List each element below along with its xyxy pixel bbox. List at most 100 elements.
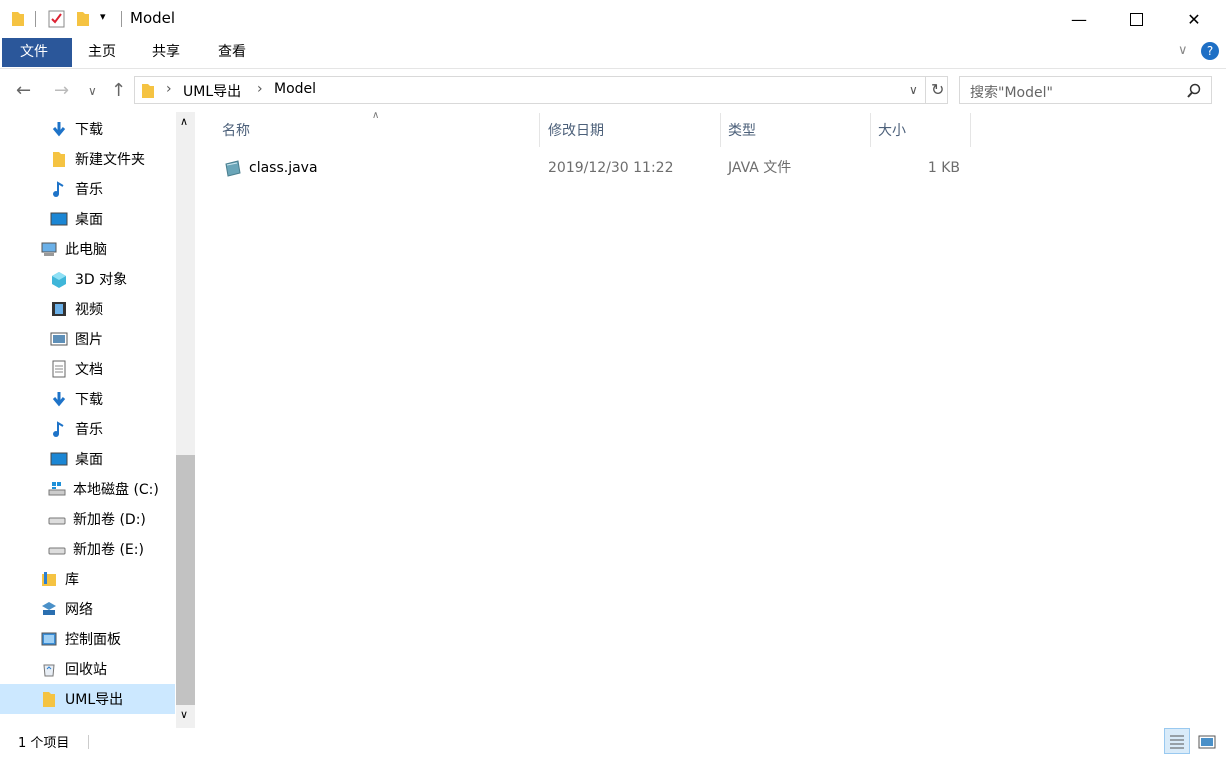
tab-share[interactable]: 共享 xyxy=(134,38,198,67)
sidebar-item[interactable]: 库 xyxy=(0,564,175,594)
breadcrumb-uml[interactable]: UML导出 xyxy=(183,81,241,101)
divider xyxy=(35,11,36,27)
recycle-bin-icon xyxy=(43,664,55,677)
large-icons-view-button[interactable] xyxy=(1195,730,1219,754)
scroll-up-icon[interactable]: ∧ xyxy=(180,115,188,128)
sidebar-item-label: 桌面 xyxy=(75,212,103,228)
sidebar-item-label: 音乐 xyxy=(75,182,103,198)
minimize-icon: — xyxy=(1071,9,1087,29)
tab-view[interactable]: 查看 xyxy=(200,38,264,67)
sidebar-item[interactable]: 桌面 xyxy=(0,204,175,234)
sidebar-item[interactable]: UML导出 xyxy=(0,684,175,714)
refresh-icon[interactable]: ↻ xyxy=(931,80,944,99)
breadcrumb-separator-icon: › xyxy=(166,81,172,97)
music-icon xyxy=(53,421,64,437)
help-icon[interactable]: ? xyxy=(1201,42,1219,60)
close-icon: ✕ xyxy=(1187,9,1201,29)
sidebar-item[interactable]: 视频 xyxy=(0,294,175,324)
folder-icon xyxy=(142,84,154,98)
sidebar-item-label: 本地磁盘 (C:) xyxy=(73,482,159,498)
tab-file[interactable]: 文件 xyxy=(2,38,72,67)
scrollbar-thumb[interactable] xyxy=(176,455,195,705)
sidebar-item[interactable]: 本地磁盘 (C:) xyxy=(0,474,175,504)
sidebar-item[interactable]: 图片 xyxy=(0,324,175,354)
java-file-icon xyxy=(225,160,241,177)
sidebar-item[interactable]: 此电脑 xyxy=(0,234,175,264)
sidebar-item[interactable]: 下载 xyxy=(0,114,175,144)
file-name[interactable]: class.java xyxy=(249,153,318,183)
maximize-icon xyxy=(1129,12,1143,26)
sidebar-item[interactable]: 文档 xyxy=(0,354,175,384)
sidebar-item-label: 文档 xyxy=(75,362,103,378)
new-folder-icon[interactable] xyxy=(75,10,91,28)
sidebar-item[interactable]: 新加卷 (E:) xyxy=(0,534,175,564)
document-icon xyxy=(52,360,66,378)
sidebar-item-label: 库 xyxy=(65,572,79,588)
address-bar[interactable]: › UML导出 › Model ∨ ↻ xyxy=(134,76,948,104)
sidebar-item[interactable]: 新加卷 (D:) xyxy=(0,504,175,534)
sidebar-item-label: 回收站 xyxy=(65,662,107,678)
forward-button[interactable]: → xyxy=(54,80,69,101)
sidebar-item[interactable]: 桌面 xyxy=(0,444,175,474)
sidebar-item-label: 图片 xyxy=(75,332,103,348)
sidebar-item-label: 此电脑 xyxy=(65,242,107,258)
sidebar-item[interactable]: 控制面板 xyxy=(0,624,175,654)
customize-quick-access-icon[interactable]: ▾ xyxy=(100,10,106,23)
column-modified[interactable]: 修改日期 xyxy=(548,115,604,147)
sidebar-item[interactable]: 音乐 xyxy=(0,414,175,444)
column-divider[interactable] xyxy=(970,113,971,147)
sidebar-item[interactable]: 网络 xyxy=(0,594,175,624)
up-button[interactable]: ↑ xyxy=(111,80,126,101)
file-size: 1 KB xyxy=(927,160,960,176)
breadcrumb-model[interactable]: Model xyxy=(274,81,316,97)
sidebar-item-label: 桌面 xyxy=(75,452,103,468)
close-button[interactable]: ✕ xyxy=(1165,0,1223,38)
search-icon[interactable] xyxy=(1186,83,1202,99)
breadcrumb-separator-icon: › xyxy=(257,81,263,97)
picture-icon xyxy=(50,332,68,346)
properties-icon[interactable] xyxy=(47,9,67,29)
sidebar-item[interactable]: 下载 xyxy=(0,384,175,414)
desktop-icon xyxy=(50,212,68,226)
column-divider[interactable] xyxy=(870,113,871,147)
download-icon xyxy=(52,392,66,407)
address-dropdown-icon[interactable]: ∨ xyxy=(909,83,918,97)
scroll-down-icon[interactable]: ∨ xyxy=(180,708,188,721)
video-icon xyxy=(52,302,66,316)
details-view-icon xyxy=(1170,735,1184,749)
tab-home[interactable]: 主页 xyxy=(70,38,134,67)
back-button[interactable]: ← xyxy=(16,80,31,101)
sidebar-item[interactable]: 新建文件夹 xyxy=(0,144,175,174)
minimize-button[interactable]: — xyxy=(1050,0,1108,38)
window-title: Model xyxy=(130,9,176,27)
network-icon xyxy=(42,602,56,615)
sidebar-item[interactable]: 3D 对象 xyxy=(0,264,175,294)
search-input[interactable]: 搜索"Model" xyxy=(970,82,1053,102)
navigation-pane: 下载 新建文件夹 音乐 桌面 此电脑 3D 对象 视频 图片 文档 下载 音乐 桌面 本地磁盘 (C:)… xyxy=(0,112,196,728)
table-row[interactable]: class.java 2019/12/30 11:22 JAVA 文件 1 KB xyxy=(216,153,976,183)
file-type: JAVA 文件 xyxy=(728,160,792,176)
recent-locations-button[interactable]: ∨ xyxy=(88,84,97,98)
drive-icon xyxy=(48,517,66,525)
download-icon xyxy=(52,122,66,137)
maximize-button[interactable] xyxy=(1107,0,1165,38)
sidebar-item-label: 新建文件夹 xyxy=(75,152,145,168)
column-type[interactable]: 类型 xyxy=(728,115,756,147)
sidebar-item-label: 控制面板 xyxy=(65,632,121,648)
sidebar-item-label: 新加卷 (D:) xyxy=(73,512,146,528)
divider xyxy=(88,735,89,749)
music-icon xyxy=(53,181,64,197)
search-box[interactable]: 搜索"Model" xyxy=(959,76,1212,104)
column-name[interactable]: 名称 xyxy=(222,115,250,147)
library-icon xyxy=(42,572,56,586)
sidebar-item-label: 新加卷 (E:) xyxy=(73,542,144,558)
control-panel-icon xyxy=(41,632,57,646)
column-size[interactable]: 大小 xyxy=(878,115,906,147)
sidebar-item[interactable]: 回收站 xyxy=(0,654,175,684)
details-view-button[interactable] xyxy=(1164,728,1190,754)
expand-ribbon-icon[interactable]: ∨ xyxy=(1178,43,1188,58)
sidebar-item[interactable]: 音乐 xyxy=(0,174,175,204)
column-divider[interactable] xyxy=(539,113,540,147)
folder-icon xyxy=(53,152,65,167)
column-divider[interactable] xyxy=(720,113,721,147)
